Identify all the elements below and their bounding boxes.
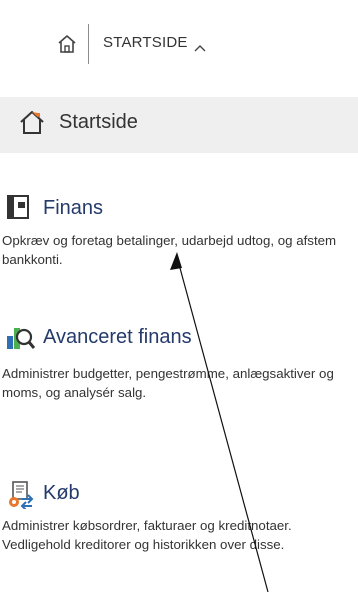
nav-item-startside[interactable]: Startside <box>0 97 358 153</box>
section-title[interactable]: Køb <box>43 482 80 505</box>
section-title[interactable]: Finans <box>43 197 103 220</box>
section-description: Opkræv og foretag betalinger, udarbejd u… <box>2 233 337 267</box>
purchase-icon <box>7 481 34 511</box>
top-divider <box>88 24 89 64</box>
house-icon <box>19 109 45 135</box>
section-title[interactable]: Avanceret finans <box>43 326 192 349</box>
home-icon[interactable] <box>56 33 78 55</box>
chart-analysis-icon <box>7 324 36 350</box>
breadcrumb-label: STARTSIDE <box>103 34 188 51</box>
chevron-up-icon <box>194 39 206 51</box>
section-description: Administrer budgetter, pengestrømme, anl… <box>2 366 334 400</box>
role-center-nav: STARTSIDE Startside Finans Opkræv og for… <box>0 0 358 592</box>
top-navigation-bar: STARTSIDE <box>0 0 358 90</box>
active-nav-label: Startside <box>59 111 138 133</box>
breadcrumb-startside[interactable]: STARTSIDE <box>103 34 206 51</box>
finance-ledger-icon <box>7 195 33 221</box>
section-description: Administrer købsordrer, fakturaer og kre… <box>2 518 292 552</box>
